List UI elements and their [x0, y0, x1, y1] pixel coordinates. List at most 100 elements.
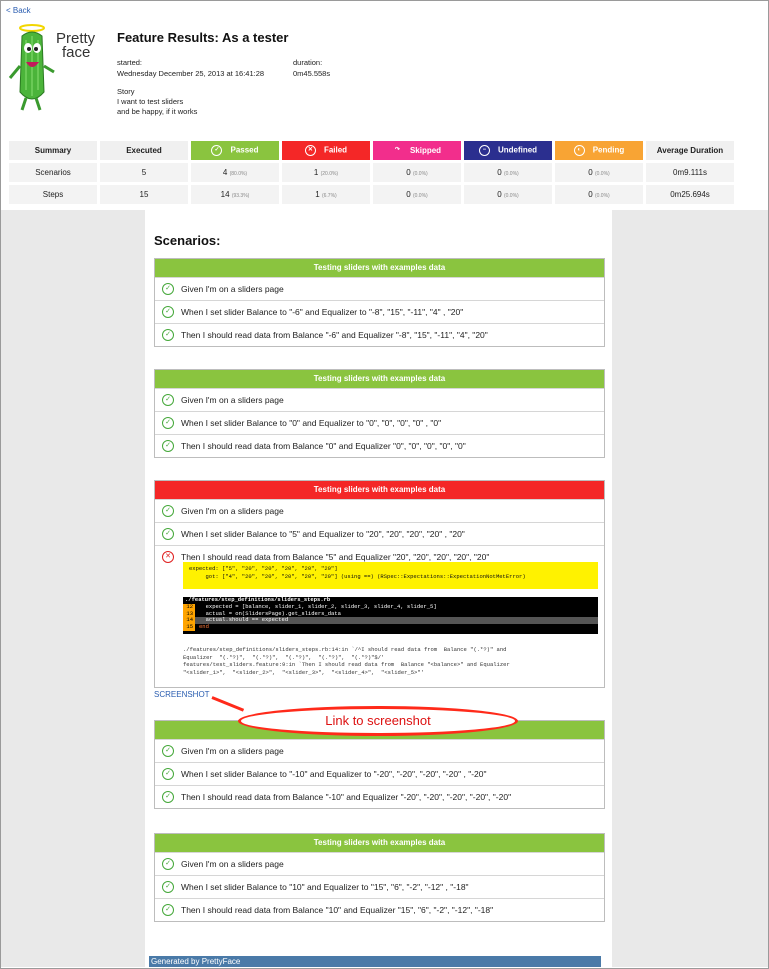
scenarios-heading: Scenarios: — [154, 233, 221, 248]
step-row: ✓ Given I'm on a sliders page — [155, 388, 604, 411]
logo-text: Pretty face — [56, 31, 95, 61]
expected-line: expected: ["5", "20", "20", "20", "20", … — [189, 565, 338, 572]
pending-header: ◐ Pending — [555, 141, 643, 160]
check-circle-icon: ✓ — [162, 394, 174, 406]
count-value: 0 — [406, 168, 411, 177]
page-title: Feature Results: As a tester — [117, 30, 289, 45]
executed-header: Executed — [100, 141, 188, 160]
step-row: ✓ When I set slider Balance to "-10" and … — [155, 762, 604, 785]
scenario-title: Testing sliders with examples data — [155, 834, 604, 852]
code-line: 15 end — [183, 623, 598, 631]
step-row: ✓ When I set slider Balance to "-6" and E… — [155, 300, 604, 323]
check-circle-icon: ✓ — [162, 329, 174, 341]
step-text: Given I'm on a sliders page — [181, 395, 284, 405]
code-line-highlighted: 14 actual.should == expected — [183, 616, 598, 625]
skipped-count: 0 (0.0%) — [373, 185, 461, 204]
check-circle-icon: ✓ — [162, 745, 174, 757]
count-pct: (0.0%) — [412, 193, 428, 199]
skipped-header: ↷ Skipped — [373, 141, 461, 160]
avg-duration: 0m25.694s — [646, 185, 734, 204]
count-pct: (0.0%) — [412, 171, 428, 177]
line-text: end — [199, 623, 209, 631]
failed-header: ✕ Failed — [282, 141, 370, 160]
summary-row-steps: Steps 15 14 (93.3%) 1 (6.7%) 0 (0.0%) 0 … — [9, 185, 734, 204]
undefined-header-label: Undefined — [497, 145, 538, 155]
error-message: expected: ["5", "20", "20", "20", "20", … — [183, 562, 598, 589]
left-gutter — [1, 210, 145, 952]
footer-bar: Generated by PrettyFace — [149, 956, 601, 967]
line-text: actual.should == expected — [199, 616, 289, 624]
step-row: ✓ Then I should read data from Balance "0… — [155, 434, 604, 457]
executed-count: 15 — [100, 185, 188, 204]
step-row: ✓ Given I'm on a sliders page — [155, 852, 604, 875]
right-gutter — [612, 210, 768, 952]
undefined-count: 0 (0.0%) — [464, 163, 552, 182]
step-text: When I set slider Balance to "-10" and E… — [181, 769, 487, 779]
passed-count: 4 (80.0%) — [191, 163, 279, 182]
duration-label: duration: — [293, 58, 323, 67]
error-circle-icon: ✕ — [162, 551, 174, 563]
passed-header-label: Passed — [230, 145, 259, 155]
pending-header-label: Pending — [592, 145, 625, 155]
check-circle-icon: ✓ — [162, 505, 174, 517]
got-line: got: ["4", "20", "20", "20", "20", "20"]… — [189, 573, 526, 580]
count-pct: (0.0%) — [594, 193, 610, 199]
count-value: 0 — [588, 168, 593, 177]
avg-duration: 0m9.111s — [646, 163, 734, 182]
count-pct: (20.0%) — [320, 171, 339, 177]
step-text: Given I'm on a sliders page — [181, 284, 284, 294]
check-circle-icon: ✓ — [162, 904, 174, 916]
started-label: started: — [117, 58, 143, 67]
row-label: Steps — [9, 185, 97, 204]
step-text: When I set slider Balance to "5" and Equ… — [181, 529, 465, 539]
screenshot-link[interactable]: SCREENSHOT — [154, 690, 210, 699]
check-icon: ✓ — [211, 145, 223, 156]
line-number: 15 — [183, 623, 195, 631]
passed-header: ✓ Passed — [191, 141, 279, 160]
step-row: ✓ Given I'm on a sliders page — [155, 739, 604, 762]
row-label: Scenarios — [9, 163, 97, 182]
undefined-count: 0 (0.0%) — [464, 185, 552, 204]
scenario-card: Testing sliders with examples data ✓ Give… — [154, 369, 605, 458]
pending-count: 0 (0.0%) — [555, 163, 643, 182]
count-pct: (93.3%) — [231, 193, 250, 199]
skip-arrow-icon: ↷ — [394, 147, 400, 154]
prettyface-logo: Pretty face — [8, 22, 100, 114]
failed-count: 1 (6.7%) — [282, 185, 370, 204]
cucumber-mascot-icon — [8, 24, 55, 111]
step-row: ✓ Then I should read data from Balance "-… — [155, 785, 604, 808]
skipped-count: 0 (0.0%) — [373, 163, 461, 182]
step-text: Then I should read data from Balance "0"… — [181, 441, 466, 451]
step-text: Then I should read data from Balance "-1… — [181, 792, 512, 802]
count-value: 4 — [222, 168, 228, 177]
count-value: 1 — [313, 168, 319, 177]
summary-row-scenarios: Scenarios 5 4 (80.0%) 1 (20.0%) 0 (0.0%)… — [9, 163, 734, 182]
logo-text-line2: face — [62, 44, 91, 61]
check-circle-icon: ✓ — [162, 283, 174, 295]
count-pct: (80.0%) — [229, 171, 248, 177]
scenario-title: Testing sliders with examples data — [155, 370, 604, 388]
story-text: Story I want to test sliders and be happ… — [117, 87, 197, 117]
summary-header-row: Summary Executed ✓ Passed ✕ Failed ↷ Skippe… — [9, 141, 734, 160]
check-circle-icon: ✓ — [162, 306, 174, 318]
step-text: When I set slider Balance to "10" and Eq… — [181, 882, 469, 892]
count-value: 0 — [497, 190, 502, 199]
back-link[interactable]: < Back — [6, 6, 31, 15]
stack-trace: ./features/step_definitions/sliders_step… — [183, 646, 510, 676]
minus-icon: − — [478, 145, 490, 156]
step-text: When I set slider Balance to "0" and Equ… — [181, 418, 442, 428]
half-circle-icon: ◐ — [573, 145, 585, 156]
count-value: 0 — [588, 190, 593, 199]
check-circle-icon: ✓ — [162, 881, 174, 893]
failed-header-label: Failed — [323, 145, 348, 155]
count-pct: (0.0%) — [594, 171, 610, 177]
story-line: I want to test sliders — [117, 97, 184, 106]
step-row: ✓ Given I'm on a sliders page — [155, 499, 604, 522]
step-text: Given I'm on a sliders page — [181, 746, 284, 756]
avg-duration-header: Average Duration — [646, 141, 734, 160]
check-circle-icon: ✓ — [162, 417, 174, 429]
code-snippet: ./features/step_definitions/sliders_step… — [183, 596, 598, 634]
step-text: Given I'm on a sliders page — [181, 859, 284, 869]
check-circle-icon: ✓ — [162, 528, 174, 540]
check-circle-icon: ✓ — [162, 858, 174, 870]
